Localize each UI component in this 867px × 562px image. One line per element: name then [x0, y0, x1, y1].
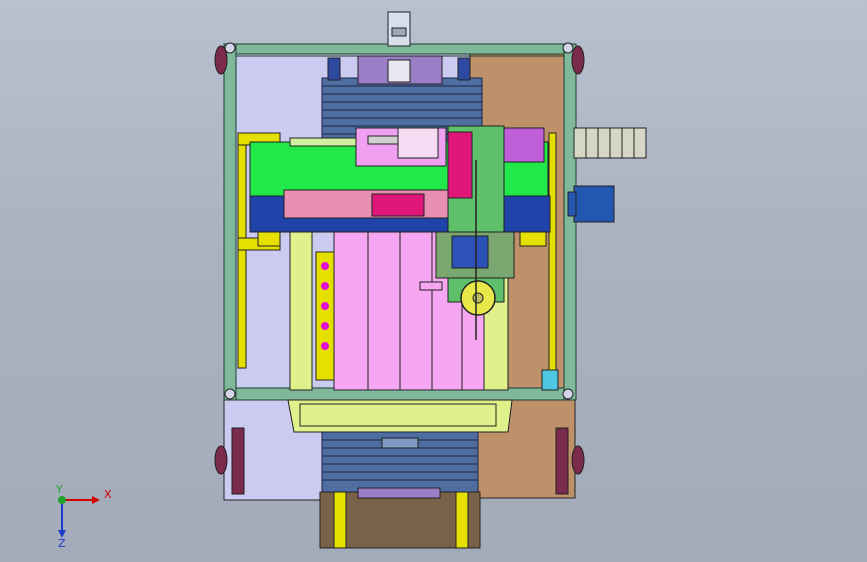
corner-bolt-icon [224, 42, 236, 54]
magenta-block [371, 193, 425, 217]
caster-wheel-icon [571, 445, 585, 475]
frame-left-rail [223, 43, 237, 401]
side-motor [573, 185, 615, 223]
tray-left-side [289, 227, 313, 391]
x-axis-label: X [104, 488, 112, 501]
right-yellow-rail [548, 132, 557, 374]
y-axis-dot-icon [58, 496, 66, 504]
corner-bolt-icon [562, 42, 574, 54]
y-axis-label: Y [55, 483, 63, 496]
caster-wheel-icon [214, 445, 228, 475]
perforated-bar [315, 251, 335, 381]
magenta-arm [447, 131, 473, 199]
axis-triad: X Y Z [55, 483, 112, 548]
corner-bolt-icon [224, 388, 236, 400]
x-axis-arrow-icon [92, 496, 100, 504]
caster-wheel-icon [571, 45, 585, 75]
corner-bolt-icon [562, 388, 574, 400]
cad-model-view[interactable] [0, 0, 867, 562]
lower-tray [287, 399, 513, 433]
z-axis-label: Z [58, 537, 66, 548]
cad-viewport[interactable]: X Y Z [0, 0, 867, 562]
